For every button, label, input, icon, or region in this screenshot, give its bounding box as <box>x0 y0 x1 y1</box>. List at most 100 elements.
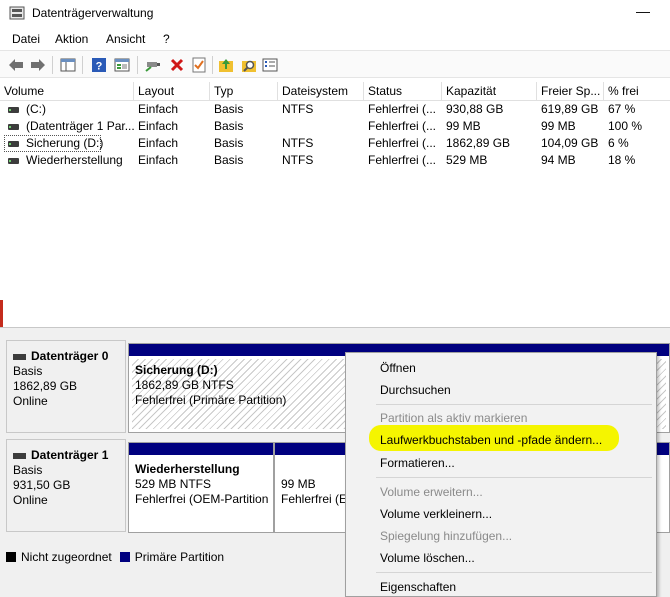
connect-icon[interactable] <box>143 55 163 75</box>
menu-item-volume-erweitern: Volume erweitern... <box>380 485 483 499</box>
legend-item-primary-partition: Primäre Partition <box>119 550 224 564</box>
legend-item-unallocated: Nicht zugeordnet <box>6 550 112 564</box>
column-header-prozent-frei[interactable]: % frei <box>604 82 670 101</box>
menu-item-volume-loeschen[interactable]: Volume löschen... <box>380 551 475 565</box>
menu-help[interactable]: ? <box>163 32 170 46</box>
drive-icon <box>8 124 19 130</box>
partition-size: 529 MB NTFS <box>135 477 212 491</box>
cell-typ: Basis <box>214 119 244 133</box>
window-title: Datenträgerverwaltung <box>32 6 154 20</box>
drive-icon <box>8 141 19 147</box>
disk-1-state: Online <box>13 493 48 507</box>
cell-dateisystem: NTFS <box>282 153 314 167</box>
show-hide-console-tree-icon[interactable] <box>58 55 78 75</box>
check-icon[interactable] <box>189 55 209 75</box>
minimize-button[interactable]: — <box>628 2 658 24</box>
cell-freier-speicher: 619,89 GB <box>541 102 599 116</box>
legend-label: Nicht zugeordnet <box>21 550 112 564</box>
table-row[interactable]: Wiederherstellung Einfach Basis NTFS Feh… <box>0 152 670 169</box>
menu-bar: Datei Aktion Ansicht ? <box>0 29 670 49</box>
cell-status: Fehlerfrei (... <box>368 119 437 133</box>
column-header-status[interactable]: Status <box>364 82 442 101</box>
disk-0-name: Datenträger 0 <box>13 349 125 364</box>
cell-dateisystem: NTFS <box>282 136 314 150</box>
menu-datei[interactable]: Datei <box>12 32 40 46</box>
menu-item-spiegelung: Spiegelung hinzufügen... <box>380 529 513 543</box>
title-bar: Datenträgerverwaltung — <box>0 0 670 28</box>
toolbar: ? <box>0 50 670 78</box>
cell-layout: Einfach <box>138 153 179 167</box>
cell-typ: Basis <box>214 136 244 150</box>
disk-icon <box>13 353 26 360</box>
cell-volume: (C:) <box>26 102 46 116</box>
cell-dateisystem <box>278 118 364 135</box>
table-row[interactable]: (C:) Einfach Basis NTFS Fehlerfrei (... … <box>0 101 670 118</box>
disk-1-name: Datenträger 1 <box>13 448 125 463</box>
up-icon[interactable] <box>216 55 236 75</box>
menu-item-laufwerkbuchstaben-aendern[interactable]: Laufwerkbuchstaben und -pfade ändern... <box>380 433 602 447</box>
disk-0-label[interactable]: Datenträger 0 Basis 1862,89 GB Online <box>6 340 126 433</box>
column-header-layout[interactable]: Layout <box>134 82 210 101</box>
disk-1-label[interactable]: Datenträger 1 Basis 931,50 GB Online <box>6 439 126 532</box>
cell-layout: Einfach <box>138 136 179 150</box>
cell-status: Fehlerfrei (... <box>368 102 437 116</box>
disk-management-app-icon <box>9 6 25 20</box>
disk-1-type: Basis <box>13 463 43 477</box>
cell-volume: Sicherung (D:) <box>26 136 104 150</box>
cell-kapazitaet: 99 MB <box>446 119 481 133</box>
menu-item-volume-verkleinern[interactable]: Volume verkleinern... <box>380 507 492 521</box>
volume-list-header: Volume Layout Typ Dateisystem Status Kap… <box>0 82 670 101</box>
cell-status: Fehlerfrei (... <box>368 153 437 167</box>
partition-wiederherstellung[interactable]: Wiederherstellung 529 MB NTFS Fehlerfrei… <box>128 442 274 533</box>
legend: Nicht zugeordnet Primäre Partition <box>6 547 232 567</box>
partition-title: Wiederherstellung <box>135 462 240 476</box>
menu-item-formatieren[interactable]: Formatieren... <box>380 456 455 470</box>
delete-icon[interactable] <box>167 55 187 75</box>
table-row[interactable]: (Datenträger 1 Par... Einfach Basis Fehl… <box>0 118 670 135</box>
list-icon[interactable] <box>260 55 280 75</box>
menu-item-partition-aktiv: Partition als aktiv markieren <box>380 411 528 425</box>
cell-freier-speicher: 104,09 GB <box>541 136 599 150</box>
disk-1-size: 931,50 GB <box>13 478 71 492</box>
cell-volume: Wiederherstellung <box>26 153 123 167</box>
cell-volume: (Datenträger 1 Par... <box>26 119 134 133</box>
properties-icon[interactable] <box>112 55 132 75</box>
drive-icon <box>8 158 19 164</box>
forward-icon[interactable] <box>28 55 48 75</box>
menu-item-oeffnen[interactable]: Öffnen <box>380 361 416 375</box>
menu-aktion[interactable]: Aktion <box>55 32 88 46</box>
partition-body: Wiederherstellung 529 MB NTFS Fehlerfrei… <box>132 458 270 529</box>
cell-prozent-frei: 100 % <box>608 119 643 133</box>
cell-typ: Basis <box>214 153 244 167</box>
column-header-kapazitaet[interactable]: Kapazität <box>442 82 537 101</box>
pane-splitter[interactable] <box>0 327 670 335</box>
column-header-dateisystem[interactable]: Dateisystem <box>278 82 364 101</box>
menu-separator <box>376 572 652 573</box>
help-icon[interactable]: ? <box>89 55 109 75</box>
menu-ansicht[interactable]: Ansicht <box>106 32 145 46</box>
cell-layout: Einfach <box>138 119 179 133</box>
back-icon[interactable] <box>6 55 26 75</box>
cell-status: Fehlerfrei (... <box>368 136 437 150</box>
cell-dateisystem: NTFS <box>282 102 314 116</box>
toolbar-separator <box>137 56 138 74</box>
cell-kapazitaet: 930,88 GB <box>446 102 504 116</box>
disk-1-name-text: Datenträger 1 <box>31 448 109 462</box>
cell-prozent-frei: 67 % <box>608 102 636 116</box>
menu-separator <box>376 404 652 405</box>
table-row-selected[interactable]: Sicherung (D:) Einfach Basis NTFS Fehler… <box>0 135 670 152</box>
partition-color-bar <box>129 443 273 455</box>
toolbar-separator <box>212 56 213 74</box>
disk-0-size: 1862,89 GB <box>13 379 78 393</box>
disk-0-name-text: Datenträger 0 <box>31 349 109 363</box>
drive-icon <box>8 107 19 113</box>
menu-item-eigenschaften[interactable]: Eigenschaften <box>380 580 456 594</box>
menu-item-durchsuchen[interactable]: Durchsuchen <box>380 383 451 397</box>
column-header-freier-speicher[interactable]: Freier Sp... <box>537 82 604 101</box>
search-icon[interactable] <box>239 55 259 75</box>
menu-separator <box>376 477 652 478</box>
column-header-volume[interactable]: Volume <box>0 82 134 101</box>
cell-kapazitaet: 1862,89 GB <box>446 136 511 150</box>
cell-freier-speicher: 99 MB <box>541 119 576 133</box>
column-header-typ[interactable]: Typ <box>210 82 278 101</box>
